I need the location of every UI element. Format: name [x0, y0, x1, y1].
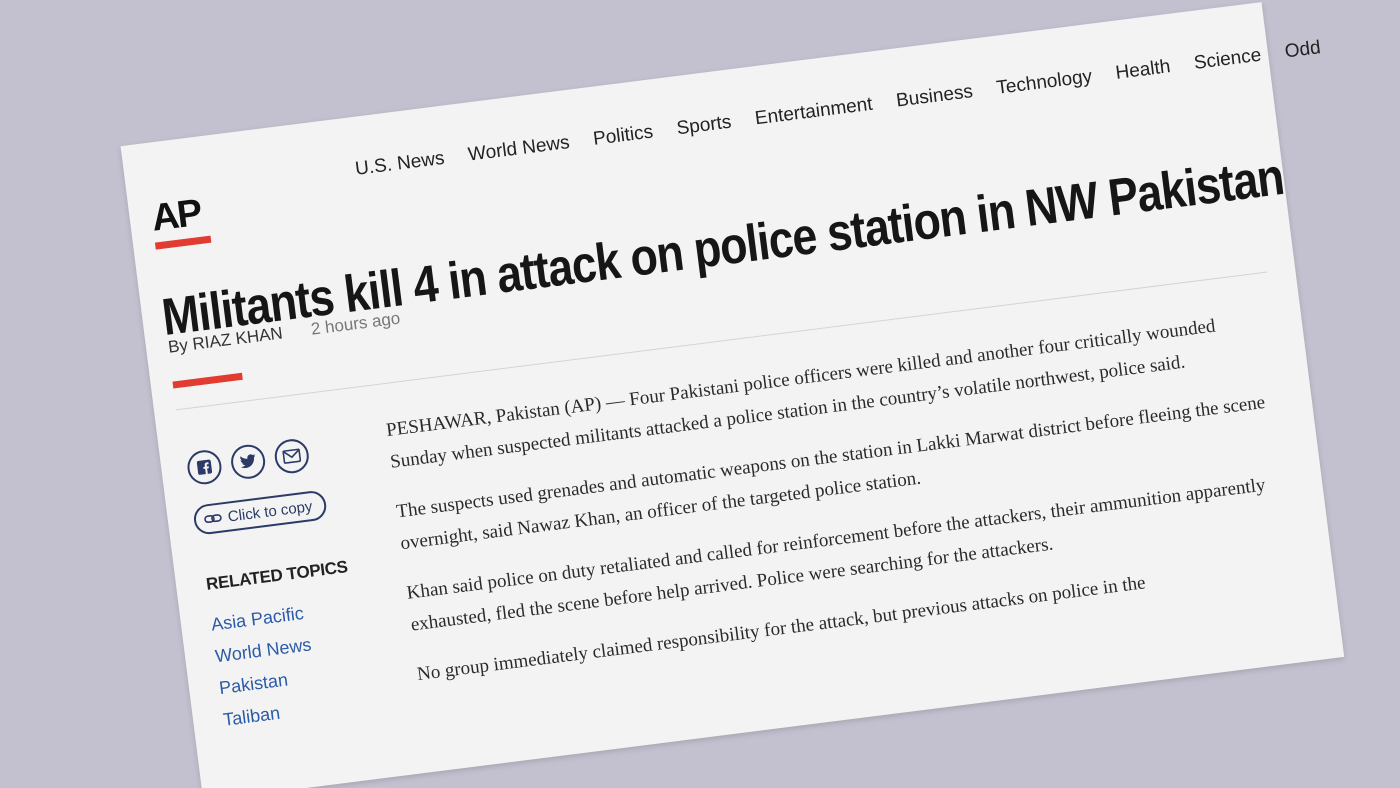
screenshot-stage: AP U.S. News World News Politics Sports …	[0, 0, 1400, 788]
facebook-share-button[interactable]	[185, 448, 224, 487]
nav-item-sports[interactable]: Sports	[675, 112, 732, 141]
ap-logo[interactable]: AP	[149, 192, 213, 250]
email-icon	[282, 448, 302, 464]
copy-link-button[interactable]: Click to copy	[192, 489, 328, 536]
twitter-icon	[240, 454, 256, 469]
copy-link-label: Click to copy	[226, 497, 314, 526]
share-buttons	[185, 437, 311, 487]
related-topics-title: RELATED TOPICS	[204, 557, 349, 594]
byline-accent-bar	[172, 372, 243, 389]
nav-item-politics[interactable]: Politics	[592, 121, 654, 150]
link-icon	[204, 514, 222, 523]
nav-item-odd[interactable]: Odd	[1284, 37, 1322, 63]
logo-text: AP	[149, 191, 203, 240]
nav-item-health[interactable]: Health	[1114, 56, 1171, 85]
top-nav: U.S. News World News Politics Sports Ent…	[354, 37, 1322, 181]
email-share-button[interactable]	[272, 437, 311, 476]
nav-item-science[interactable]: Science	[1193, 45, 1263, 75]
related-topics: RELATED TOPICS Asia Pacific World News P…	[205, 557, 367, 736]
article-page: AP U.S. News World News Politics Sports …	[120, 2, 1345, 788]
nav-item-entertainment[interactable]: Entertainment	[754, 94, 874, 131]
nav-item-business[interactable]: Business	[895, 81, 974, 112]
nav-item-technology[interactable]: Technology	[995, 66, 1093, 100]
facebook-icon	[196, 459, 213, 475]
nav-item-world-news[interactable]: World News	[467, 132, 571, 167]
nav-item-us-news[interactable]: U.S. News	[354, 148, 446, 181]
twitter-share-button[interactable]	[229, 442, 268, 481]
